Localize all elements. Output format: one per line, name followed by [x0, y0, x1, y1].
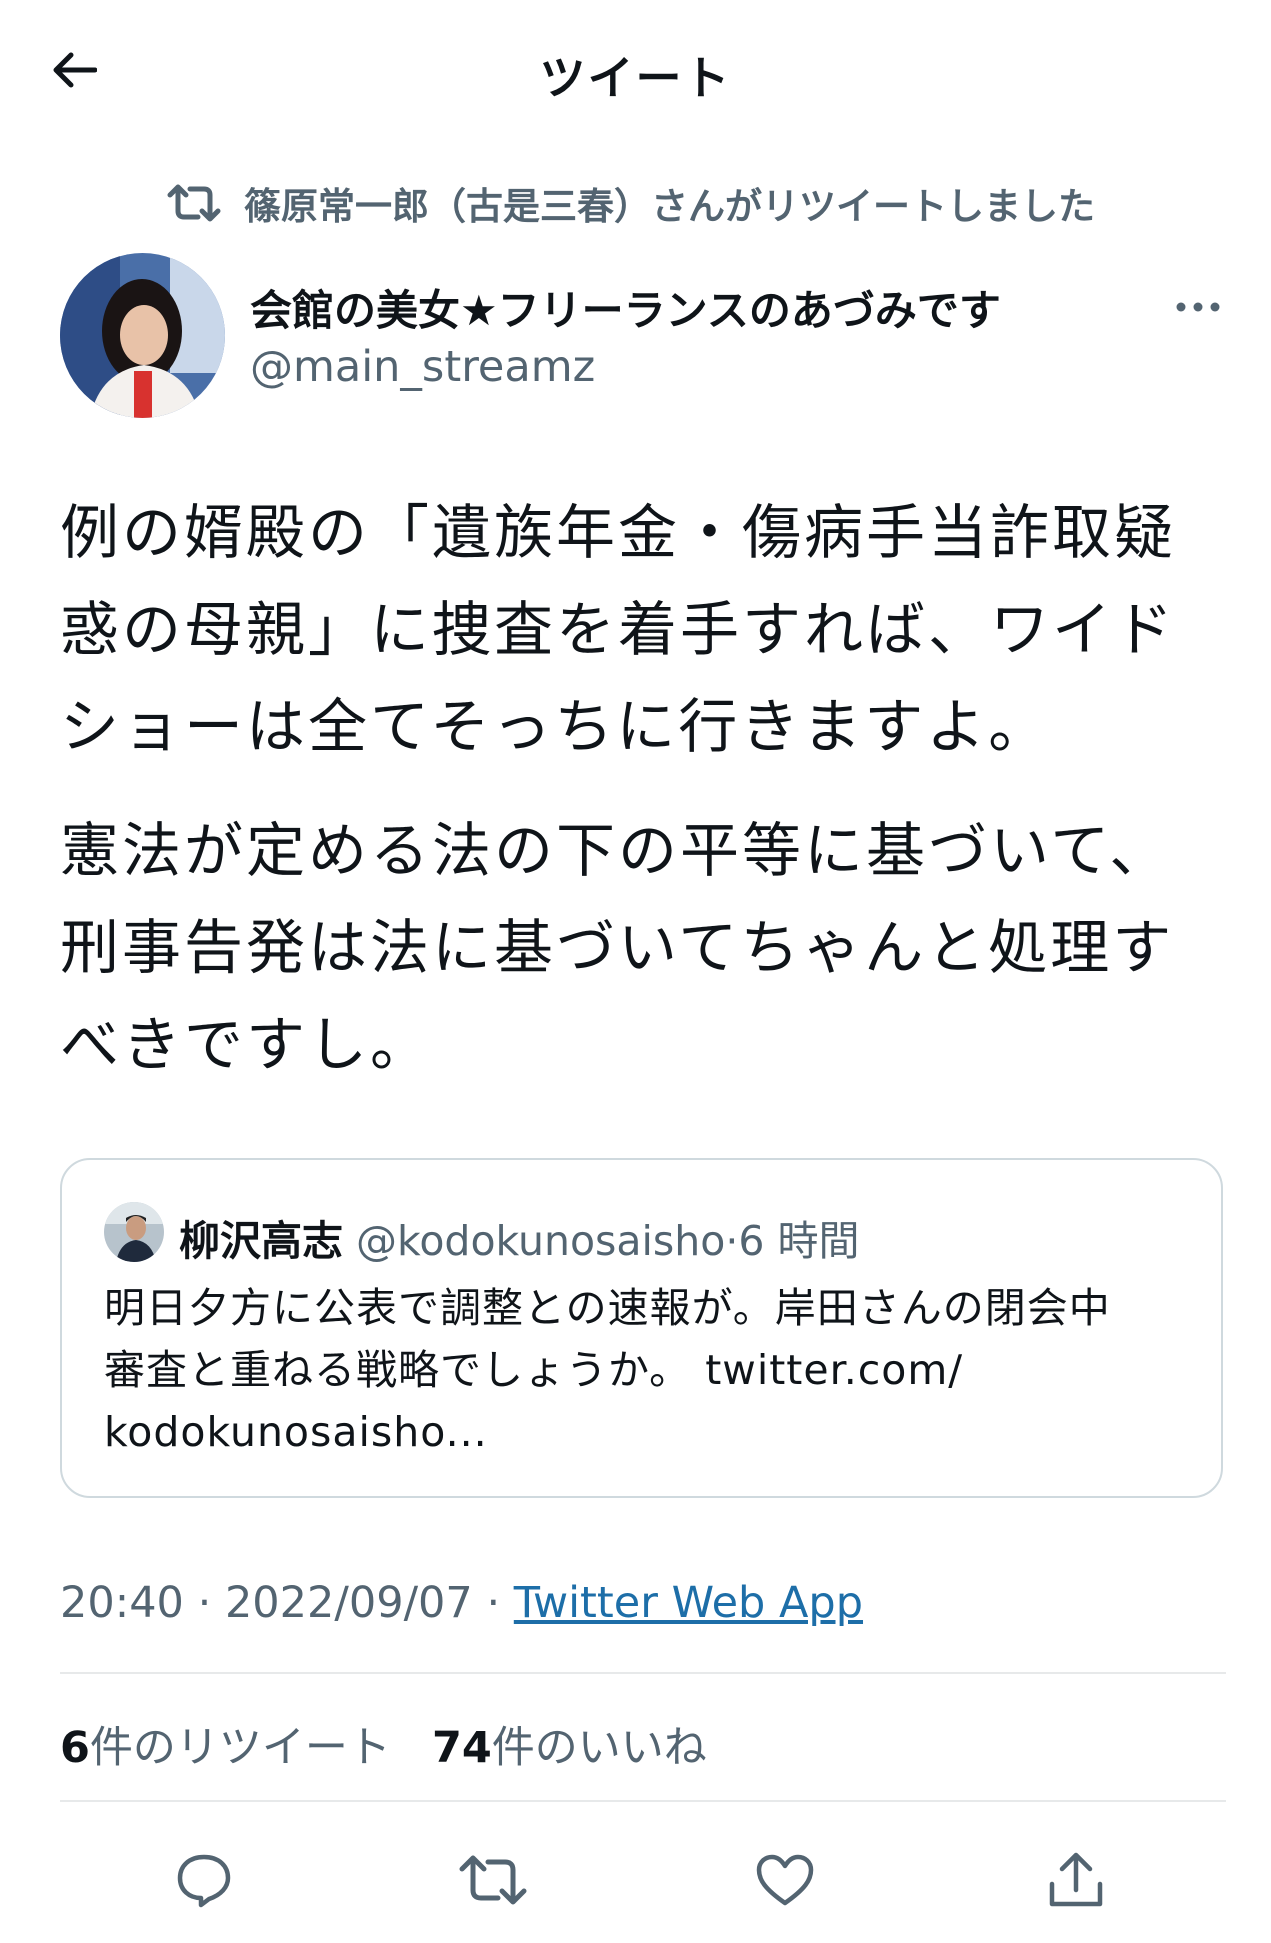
divider [60, 1800, 1226, 1802]
retweet-button[interactable] [453, 1840, 533, 1920]
quoted-author-name: 柳沢高志 [179, 1217, 343, 1265]
divider [60, 1672, 1226, 1674]
retweets-label: 件のリツイート [89, 1723, 391, 1773]
likes-label: 件のいいね [491, 1723, 707, 1773]
source-link[interactable]: Twitter Web App [514, 1578, 863, 1628]
quoted-time: 6 時間 [738, 1217, 860, 1265]
like-icon [756, 1854, 814, 1906]
page-title: ツイート [539, 51, 732, 105]
tweet-line: 刑事告発は法に基づいてちゃんと処理す [60, 913, 1175, 982]
separator-dot: · [486, 1578, 501, 1628]
separator-dot: · [197, 1578, 212, 1628]
tweet-line: べきですし。 [60, 1010, 433, 1079]
tweet-line: ショーは全てそっちに行きますよ。 [60, 692, 1051, 761]
retweet-context-text: 篠原常一郎（古是三春）さんがリツイートしました [244, 185, 1095, 228]
likes-stat[interactable]: 74件のいいね [432, 1723, 707, 1773]
author-avatar[interactable] [60, 253, 225, 418]
retweet-context[interactable]: 篠原常一郎（古是三春）さんがリツイートしました [166, 176, 1095, 230]
tweet-line: 憲法が定める法の下の平等に基づいて、 [60, 816, 1172, 885]
more-icon [1176, 302, 1220, 312]
reply-icon [177, 1854, 231, 1908]
quoted-header: 柳沢高志 @kodokunosaisho·6 時間 [179, 1207, 860, 1267]
retweets-stat[interactable]: 6件のリツイート [60, 1723, 391, 1773]
tweet-line: 惑の母親」に捜査を着手すれば、ワイド [60, 595, 1177, 664]
retweets-count: 6 [60, 1723, 90, 1773]
quoted-line: 審査と重ねる戦略でしょうか。 [104, 1346, 692, 1394]
retweet-icon [459, 1855, 527, 1905]
quoted-line: 明日夕方に公表で調整との速報が。岸田さんの閉会中 [104, 1284, 1111, 1332]
tweet-line: 例の婿殿の「遺族年金・傷病手当詐取疑 [60, 498, 1177, 567]
more-options-button[interactable] [1168, 282, 1228, 332]
author-handle[interactable]: @main_streamz [250, 342, 595, 392]
share-button[interactable] [1036, 1840, 1116, 1920]
quoted-tweet-text: 明日夕方に公表で調整との速報が。岸田さんの閉会中 審査と重ねる戦略でしょうか。 … [104, 1277, 1194, 1463]
quoted-link[interactable]: twitter.com/ [705, 1346, 963, 1394]
tweet-text: 例の婿殿の「遺族年金・傷病手当詐取疑 惑の母親」に捜査を着手すれば、ワイド ショ… [60, 484, 1230, 1093]
tweet-meta: 20:40 · 2022/09/07 · Twitter Web App [60, 1578, 863, 1628]
tweet-paragraph: 憲法が定める法の下の平等に基づいて、 刑事告発は法に基づいてちゃんと処理す べき… [60, 802, 1230, 1093]
retweet-icon [167, 184, 221, 222]
author-name[interactable]: 会館の美女★フリーランスのあづみです [250, 277, 1001, 338]
tweet-paragraph: 例の婿殿の「遺族年金・傷病手当詐取疑 惑の母親」に捜査を着手すれば、ワイド ショ… [60, 484, 1230, 775]
reply-button[interactable] [164, 1840, 244, 1920]
quoted-author-handle: @kodokunosaisho [356, 1217, 726, 1265]
separator-dot: · [725, 1217, 739, 1265]
likes-count: 74 [431, 1723, 492, 1773]
like-button[interactable] [745, 1840, 825, 1920]
quoted-link-cont[interactable]: kodokunosaisho... [104, 1408, 488, 1456]
tweet-time: 20:40 [60, 1578, 184, 1628]
tweet-stats: 6件のリツイート 74件のいいね [60, 1713, 707, 1775]
quoted-tweet-card[interactable]: 柳沢高志 @kodokunosaisho·6 時間 明日夕方に公表で調整との速報… [60, 1158, 1223, 1498]
share-icon [1049, 1852, 1103, 1907]
quoted-author-avatar [104, 1202, 164, 1262]
tweet-date: 2022/09/07 [224, 1578, 473, 1628]
